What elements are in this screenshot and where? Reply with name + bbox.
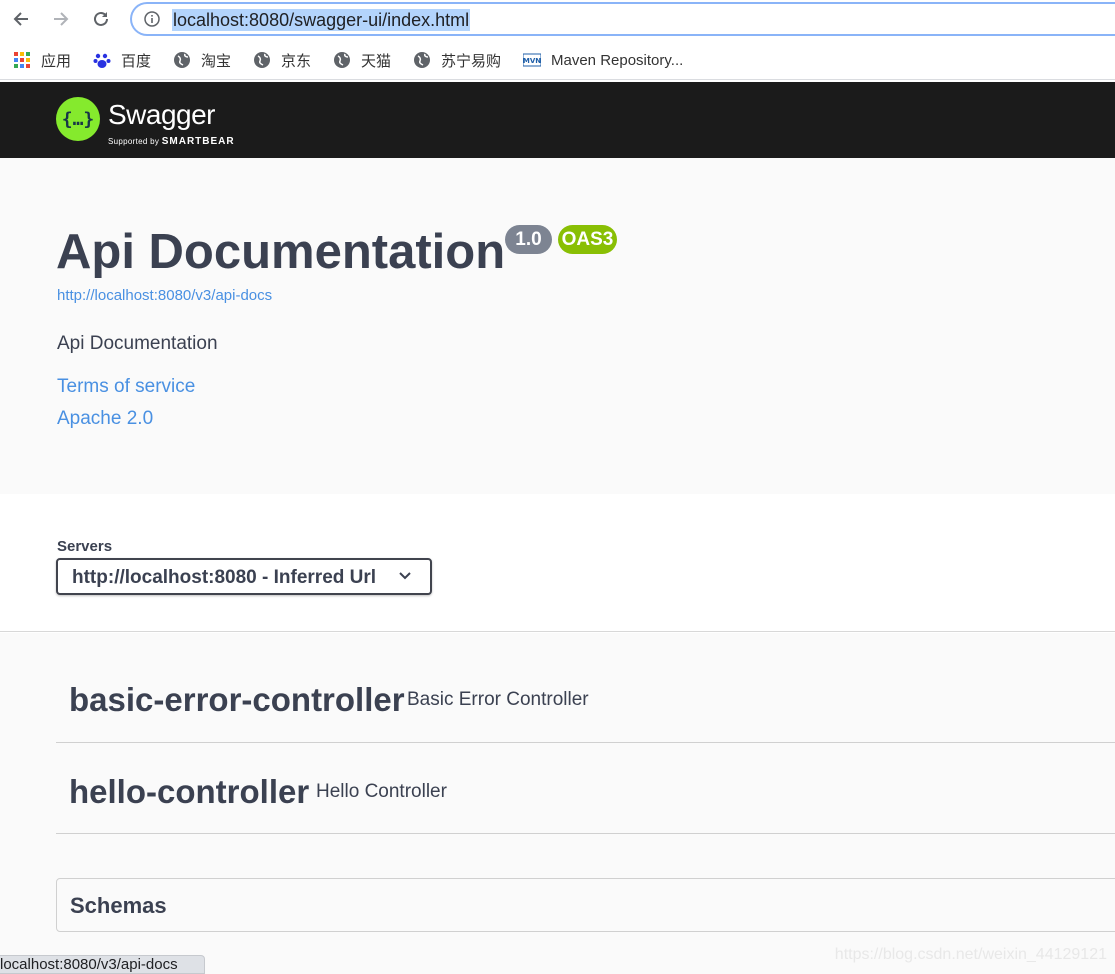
bookmark-baidu[interactable]: 百度 bbox=[93, 50, 151, 70]
globe-icon bbox=[414, 52, 430, 68]
operations-section: basic-error-controller Basic Error Contr… bbox=[0, 633, 1115, 974]
back-button[interactable] bbox=[8, 6, 34, 32]
bookmark-label: 京东 bbox=[281, 52, 312, 70]
back-arrow-icon bbox=[13, 12, 28, 26]
terms-of-service-link[interactable]: Terms of service bbox=[57, 376, 195, 398]
bookmark-suning[interactable]: 苏宁易购 bbox=[413, 50, 501, 70]
swagger-logo-icon[interactable]: {…} bbox=[56, 97, 100, 141]
watermark-text: https://blog.csdn.net/weixin_44129121 bbox=[834, 946, 1107, 963]
bookmark-maven[interactable]: MVN Maven Repository... bbox=[523, 50, 683, 70]
svg-text:MVN: MVN bbox=[523, 57, 541, 65]
swagger-logo-text[interactable]: Swagger bbox=[108, 99, 216, 131]
license-link[interactable]: Apache 2.0 bbox=[57, 408, 153, 430]
tag-section-basic-error-controller[interactable]: basic-error-controller Basic Error Contr… bbox=[56, 653, 1115, 743]
schemas-section[interactable]: Schemas bbox=[56, 878, 1115, 932]
tag-description: Hello Controller bbox=[316, 781, 447, 802]
svg-text:{…}: {…} bbox=[63, 109, 93, 130]
version-badge: 1.0 bbox=[505, 225, 552, 254]
status-bar-url: localhost:8080/v3/api-docs bbox=[0, 955, 205, 974]
swagger-topbar: {…} Swagger Supported by SMARTBEAR bbox=[0, 82, 1115, 158]
bookmark-label: 应用 bbox=[41, 52, 72, 70]
schemas-title[interactable]: Schemas bbox=[70, 893, 167, 919]
bookmark-label: 苏宁易购 bbox=[441, 52, 502, 70]
page-title: Api Documentation bbox=[56, 225, 506, 279]
globe-icon bbox=[334, 52, 350, 68]
api-docs-link[interactable]: http://localhost:8080/v3/api-docs bbox=[57, 287, 272, 304]
info-section: Api Documentation 1.0 OAS3 http://localh… bbox=[0, 158, 1115, 494]
globe-icon bbox=[174, 52, 190, 68]
info-icon[interactable] bbox=[144, 11, 160, 27]
reload-icon bbox=[94, 11, 108, 26]
servers-section: Servers http://localhost:8080 - Inferred… bbox=[0, 494, 1115, 632]
smartbear-text: SMARTBEAR bbox=[161, 136, 235, 147]
bookmark-label: 百度 bbox=[121, 52, 152, 70]
forward-arrow-icon bbox=[54, 12, 69, 26]
browser-toolbar: localhost:8080/swagger-ui/index.html bbox=[0, 0, 1115, 38]
address-bar[interactable]: localhost:8080/swagger-ui/index.html bbox=[130, 2, 1115, 36]
api-description: Api Documentation bbox=[57, 333, 218, 354]
smartbear-tagline: Supported by SMARTBEAR bbox=[108, 136, 235, 147]
tag-name[interactable]: basic-error-controller bbox=[69, 681, 405, 719]
bookmark-taobao[interactable]: 淘宝 bbox=[173, 50, 231, 70]
tag-name[interactable]: hello-controller bbox=[69, 773, 309, 811]
bookmarks-bar: 应用 百度 淘宝 京东 天猫 苏宁易购 MVN Maven Repository… bbox=[0, 40, 1115, 80]
maven-icon: MVN bbox=[523, 53, 541, 67]
api-docs-link-wrapper: http://localhost:8080/v3/api-docs bbox=[57, 287, 272, 304]
bookmark-label: 天猫 bbox=[361, 52, 392, 70]
url-text[interactable]: localhost:8080/swagger-ui/index.html bbox=[172, 9, 471, 31]
forward-button[interactable] bbox=[48, 6, 74, 32]
apps-grid-icon bbox=[14, 52, 30, 68]
baidu-paw-icon bbox=[93, 53, 111, 68]
servers-selected-value: http://localhost:8080 - Inferred Url bbox=[72, 567, 377, 588]
bookmark-jd[interactable]: 京东 bbox=[253, 50, 311, 70]
servers-label: Servers bbox=[57, 538, 113, 555]
bookmark-label: Maven Repository... bbox=[551, 51, 684, 69]
reload-button[interactable] bbox=[88, 6, 114, 32]
oas-badge: OAS3 bbox=[558, 225, 617, 254]
servers-select[interactable]: http://localhost:8080 - Inferred Url bbox=[56, 558, 432, 595]
globe-icon bbox=[254, 52, 270, 68]
bookmark-apps[interactable]: 应用 bbox=[13, 50, 71, 70]
chevron-down-icon bbox=[399, 572, 411, 580]
bookmark-tmall[interactable]: 天猫 bbox=[333, 50, 391, 70]
tag-section-hello-controller[interactable]: hello-controller Hello Controller bbox=[56, 743, 1115, 834]
tag-description: Basic Error Controller bbox=[407, 689, 589, 710]
supported-by-text: Supported by bbox=[108, 137, 160, 146]
bookmark-label: 淘宝 bbox=[201, 52, 232, 70]
